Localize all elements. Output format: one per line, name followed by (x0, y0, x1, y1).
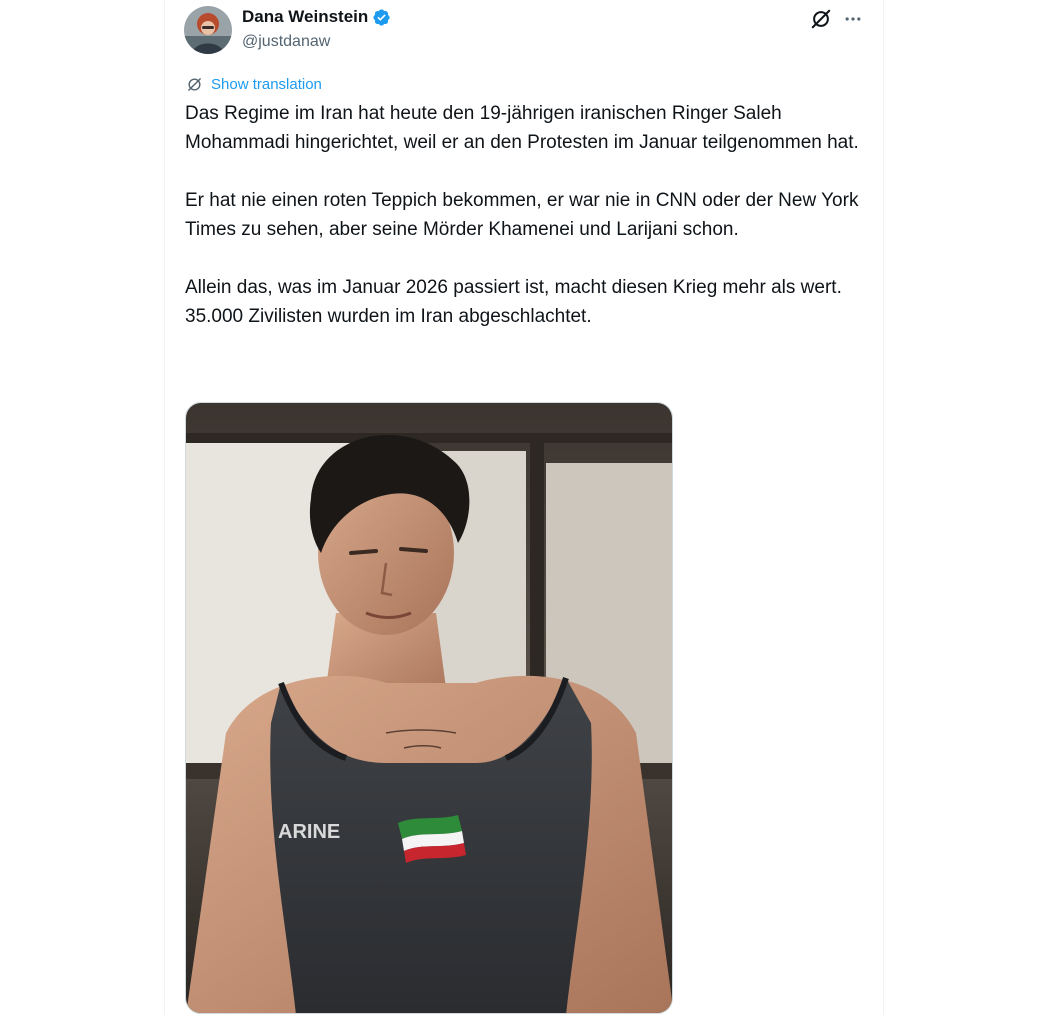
tweet-paragraph: Allein das, was im Januar 2026 passiert … (185, 277, 842, 327)
tweet-paragraph: Das Regime im Iran hat heute den 19-jähr… (185, 103, 859, 153)
show-translation-link[interactable]: Show translation (211, 76, 322, 93)
more-options-button[interactable] (840, 6, 866, 32)
avatar-photo (184, 6, 232, 54)
translate-icon (188, 78, 201, 91)
tweet-text: Das Regime im Iran hat heute den 19-jähr… (185, 99, 865, 360)
more-options-icon (845, 17, 861, 21)
grok-icon (811, 9, 831, 29)
author-handle[interactable]: @justdanaw (242, 33, 330, 51)
flag-patch (398, 815, 466, 863)
author-name[interactable]: Dana Weinstein (242, 7, 368, 27)
author-name-row: Dana Weinstein (242, 7, 391, 27)
tweet-media-photo[interactable]: ARINE (185, 402, 673, 1014)
avatar[interactable] (184, 6, 232, 54)
tweet-paragraph: Er hat nie einen roten Teppich bekommen,… (185, 190, 859, 240)
verified-badge-icon (373, 8, 390, 26)
show-translation-row[interactable]: Show translation (186, 76, 322, 93)
wrestler-photo: ARINE (186, 403, 672, 1013)
grok-button[interactable] (808, 6, 834, 32)
singlet-text: ARINE (278, 821, 340, 843)
